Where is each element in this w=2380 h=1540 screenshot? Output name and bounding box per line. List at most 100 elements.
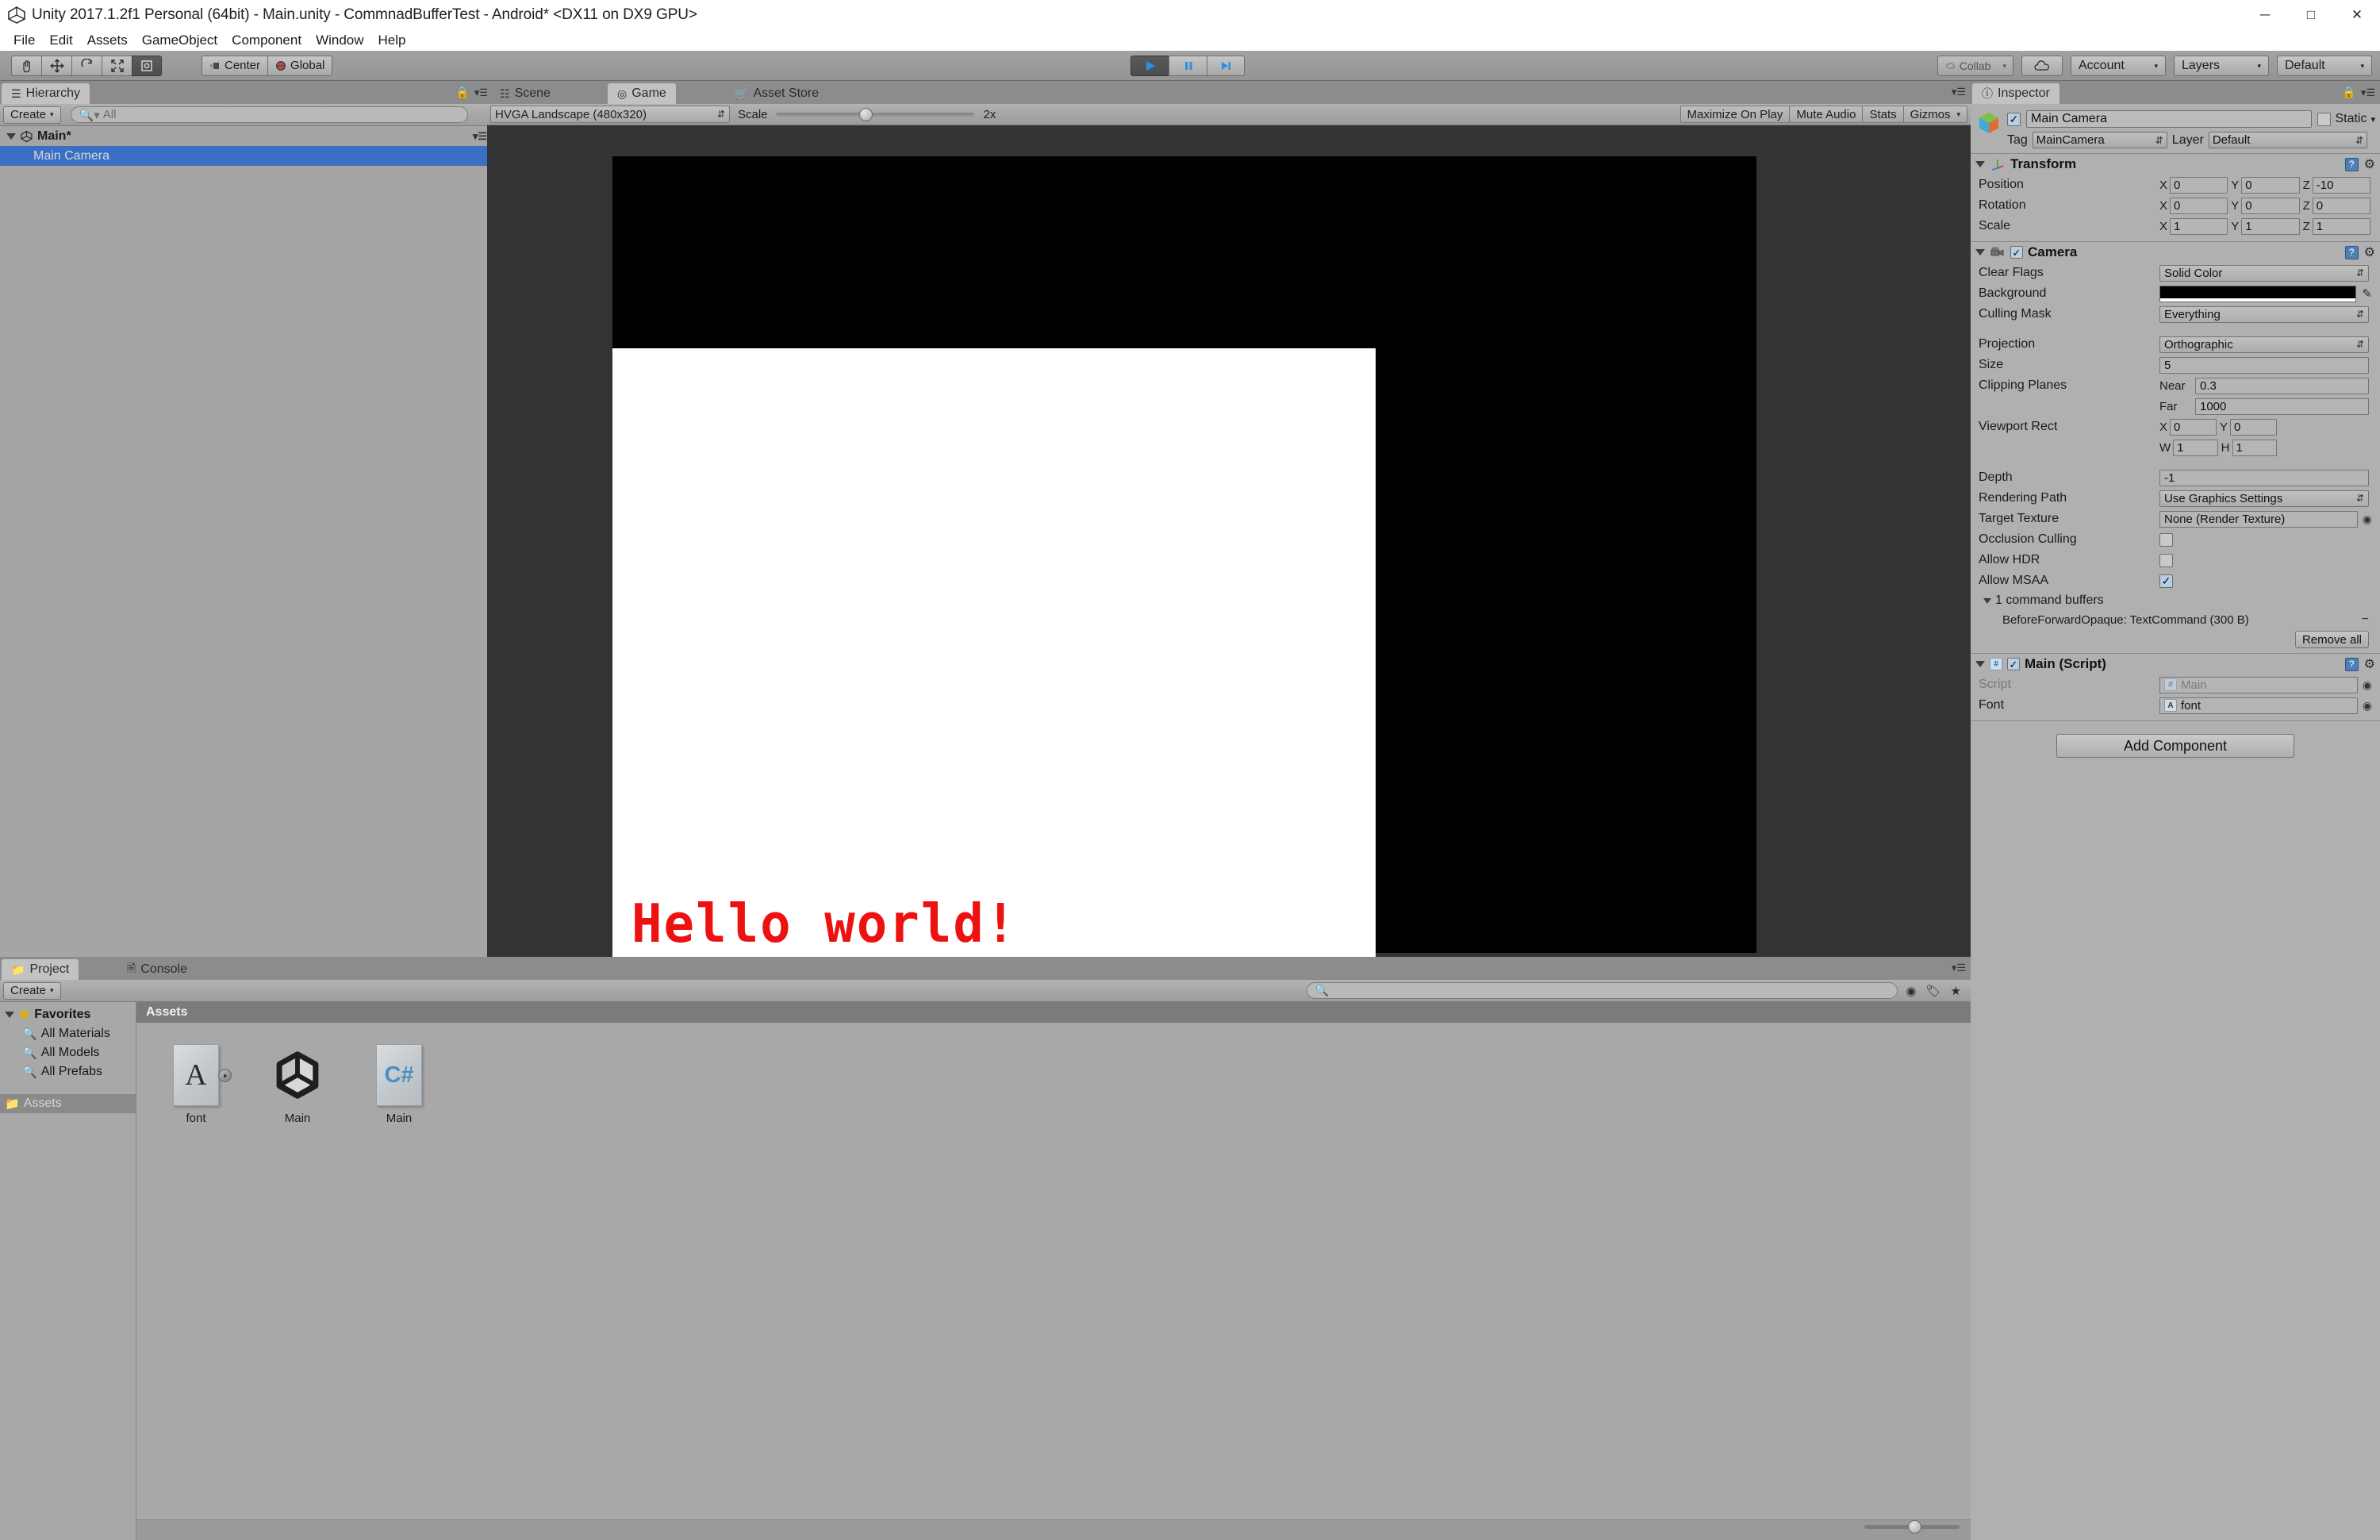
gear-icon[interactable]: ⚙ xyxy=(2364,244,2375,260)
rendering-path-dropdown[interactable]: Use Graphics Settings ⇵ xyxy=(2159,490,2369,507)
menu-help[interactable]: Help xyxy=(371,31,413,50)
script-enabled-checkbox[interactable]: ✓ xyxy=(2007,658,2020,670)
menu-edit[interactable]: Edit xyxy=(42,31,79,50)
gear-icon[interactable]: ⚙ xyxy=(2364,156,2375,172)
command-buffers-triangle-icon[interactable] xyxy=(1983,597,1991,604)
font-object-field[interactable]: A font xyxy=(2159,697,2358,714)
expand-asset-icon[interactable] xyxy=(218,1069,232,1082)
menu-assets[interactable]: Assets xyxy=(80,31,135,50)
rect-tool-icon[interactable] xyxy=(132,55,162,76)
object-enabled-checkbox[interactable]: ✓ xyxy=(2007,112,2021,126)
tree-row-all-prefabs[interactable]: 🔍 All Prefabs xyxy=(0,1062,136,1081)
tab-scene[interactable]: ☷ Scene xyxy=(490,83,560,104)
remove-all-button[interactable]: Remove all xyxy=(2294,631,2369,648)
inspector-panel-menu-icon[interactable]: ▾☰ xyxy=(2361,86,2375,99)
scene-expand-triangle-icon[interactable] xyxy=(6,132,16,140)
inspector-lock-icon[interactable]: 🔒 xyxy=(2342,86,2355,99)
target-texture-object-field[interactable]: None (Render Texture) xyxy=(2159,510,2358,528)
eyedropper-icon[interactable]: ✎ xyxy=(2362,286,2372,301)
menu-file[interactable]: File xyxy=(6,31,42,50)
tree-row-favorites[interactable]: ★ Favorites xyxy=(0,1005,136,1024)
filter-type-icon[interactable]: ◉ xyxy=(1906,984,1916,998)
add-component-button[interactable]: Add Component xyxy=(2056,734,2294,758)
depth-input[interactable]: -1 xyxy=(2159,469,2369,486)
scene-menu-icon[interactable]: ▾☰ xyxy=(473,130,487,143)
font-object-picker-icon[interactable]: ◉ xyxy=(2363,699,2372,712)
transform-expand-triangle-icon[interactable] xyxy=(1975,161,1985,167)
tab-game[interactable]: ◎ Game xyxy=(608,83,676,104)
tab-console[interactable]: 🗎 Console xyxy=(117,959,197,980)
asset-item-scene[interactable]: Main xyxy=(262,1043,333,1125)
account-dropdown[interactable]: Account ▾ xyxy=(2071,56,2166,76)
tab-project[interactable]: 📁 Project xyxy=(2,959,79,980)
gear-icon[interactable]: ⚙ xyxy=(2364,656,2375,672)
script-object-picker-icon[interactable]: ◉ xyxy=(2363,678,2372,692)
rotation-z-input[interactable]: 0 xyxy=(2312,197,2370,214)
project-create-button[interactable]: Create ▾ xyxy=(3,981,61,1000)
asset-zoom-knob[interactable] xyxy=(1908,1519,1922,1534)
gameview-panel-menu-icon[interactable]: ▾☰ xyxy=(1952,86,1966,98)
hierarchy-item-main-camera[interactable]: Main Camera xyxy=(0,146,493,166)
asset-zoom-slider[interactable] xyxy=(1864,1519,1960,1534)
allow-msaa-checkbox[interactable]: ✓ xyxy=(2159,574,2173,588)
tab-inspector[interactable]: ⓘ Inspector xyxy=(1972,83,2059,104)
scale-x-input[interactable]: 1 xyxy=(2170,217,2228,235)
gizmos-button[interactable]: Gizmos ▾ xyxy=(1902,106,1967,123)
object-name-input[interactable]: Main Camera xyxy=(2026,110,2313,128)
position-z-input[interactable]: -10 xyxy=(2312,176,2370,194)
maximize-button[interactable]: □ xyxy=(2288,0,2334,29)
tag-dropdown[interactable]: MainCamera ⇵ xyxy=(2032,132,2167,148)
favorite-star-icon[interactable]: ★ xyxy=(1951,984,1961,998)
main-script-component-header[interactable]: # ✓ Main (Script) ? ⚙ xyxy=(1971,654,2380,674)
viewport-y-input[interactable]: 0 xyxy=(2230,418,2277,436)
cloud-services-button[interactable] xyxy=(2021,56,2063,76)
menu-window[interactable]: Window xyxy=(309,31,370,50)
project-search-input[interactable]: 🔍 xyxy=(1306,982,1898,999)
game-render-canvas[interactable]: Hello world! xyxy=(487,125,1971,989)
rotate-tool-icon[interactable] xyxy=(71,55,102,76)
collab-button[interactable]: Collab ▾ xyxy=(1937,56,2013,76)
close-button[interactable]: ✕ xyxy=(2334,0,2380,29)
pivot-mode-button[interactable]: Center xyxy=(202,55,268,76)
tree-row-assets[interactable]: 📁 Assets xyxy=(0,1094,136,1113)
hierarchy-create-button[interactable]: Create ▾ xyxy=(3,106,61,124)
help-icon[interactable]: ? xyxy=(2344,157,2359,171)
camera-enabled-checkbox[interactable]: ✓ xyxy=(2010,246,2023,259)
play-button[interactable] xyxy=(1130,56,1169,76)
static-chevron-down-icon[interactable]: ▾ xyxy=(2370,114,2375,125)
help-icon[interactable]: ? xyxy=(2344,245,2359,259)
occlusion-culling-checkbox[interactable] xyxy=(2159,532,2173,547)
script-expand-triangle-icon[interactable] xyxy=(1975,661,1985,667)
tree-row-all-materials[interactable]: 🔍 All Materials xyxy=(0,1024,136,1043)
hierarchy-scene-row[interactable]: Main* ▾☰ xyxy=(0,126,493,146)
asset-item-script[interactable]: C# Main xyxy=(363,1043,435,1125)
stats-button[interactable]: Stats xyxy=(1862,106,1903,123)
rotation-y-input[interactable]: 0 xyxy=(2241,197,2300,214)
hierarchy-search-input[interactable]: 🔍▾ All xyxy=(70,106,468,123)
allow-hdr-checkbox[interactable] xyxy=(2159,553,2173,567)
tab-asset-store[interactable]: 🛒 Asset Store xyxy=(725,83,829,104)
transform-component-header[interactable]: Transform ? ⚙ xyxy=(1971,154,2380,175)
position-y-input[interactable]: 0 xyxy=(2241,176,2300,194)
layers-dropdown[interactable]: Layers ▾ xyxy=(2174,56,2269,76)
step-button[interactable] xyxy=(1207,56,1245,76)
tree-row-all-models[interactable]: 🔍 All Models xyxy=(0,1043,136,1062)
near-input[interactable]: 0.3 xyxy=(2195,377,2369,394)
project-panel-menu-icon[interactable]: ▾☰ xyxy=(1952,962,1966,974)
camera-expand-triangle-icon[interactable] xyxy=(1975,249,1985,255)
scale-slider[interactable] xyxy=(775,106,974,123)
position-x-input[interactable]: 0 xyxy=(2170,176,2228,194)
maximize-on-play-button[interactable]: Maximize On Play xyxy=(1679,106,1790,123)
layer-dropdown[interactable]: Default ⇵ xyxy=(2208,132,2367,148)
scale-y-input[interactable]: 1 xyxy=(2241,217,2300,235)
menu-gameobject[interactable]: GameObject xyxy=(135,31,225,50)
pause-button[interactable] xyxy=(1169,56,1207,76)
scale-z-input[interactable]: 1 xyxy=(2312,217,2370,235)
far-input[interactable]: 1000 xyxy=(2195,397,2369,415)
remove-command-buffer-icon[interactable]: − xyxy=(2362,613,2369,627)
culling-mask-dropdown[interactable]: Everything ⇵ xyxy=(2159,305,2369,323)
rotation-x-input[interactable]: 0 xyxy=(2170,197,2228,214)
background-color-swatch[interactable] xyxy=(2159,285,2356,302)
scale-slider-knob[interactable] xyxy=(858,107,873,121)
favorites-triangle-icon[interactable] xyxy=(5,1012,14,1018)
